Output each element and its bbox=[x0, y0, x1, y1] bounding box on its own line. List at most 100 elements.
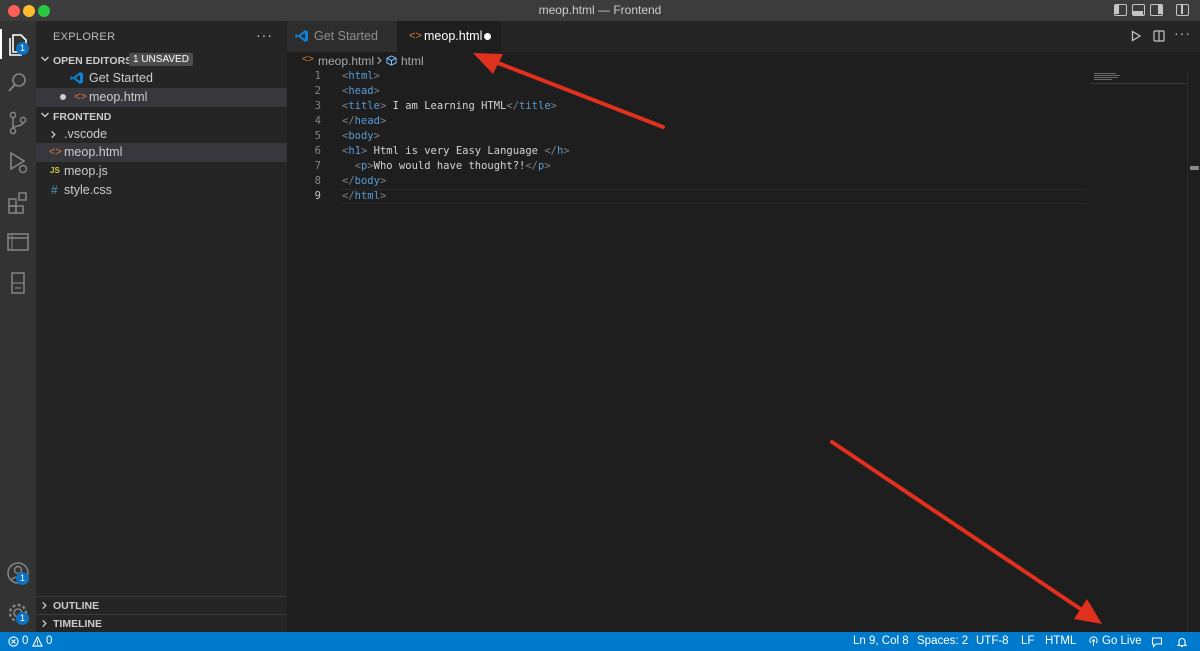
code-text: </head> bbox=[342, 115, 387, 127]
run-icon[interactable] bbox=[1130, 30, 1142, 42]
open-editors-title: OPEN EDITORS bbox=[53, 55, 133, 67]
code-text: </html> bbox=[342, 190, 387, 202]
scrollbar-cursor-marker bbox=[1190, 166, 1199, 170]
tree-item-vscode-folder[interactable]: .vscode bbox=[36, 125, 287, 144]
customize-layout-icon[interactable] bbox=[1176, 4, 1189, 16]
active-indicator bbox=[0, 29, 2, 59]
timeline-section[interactable]: TIMELINE bbox=[36, 614, 287, 632]
end-of-line[interactable]: LF bbox=[1021, 635, 1034, 647]
line-number: 8 bbox=[314, 175, 321, 187]
toggle-panel-icon[interactable] bbox=[1132, 4, 1145, 16]
tab-label: Get Started bbox=[314, 29, 378, 43]
more-actions-icon[interactable]: ··· bbox=[1174, 25, 1191, 41]
open-editor-label: Get Started bbox=[89, 71, 153, 85]
open-editor-meop-html[interactable]: <> meop.html bbox=[36, 88, 287, 107]
tab-get-started[interactable]: Get Started bbox=[287, 21, 397, 52]
frontend-folder-section[interactable]: FRONTEND bbox=[36, 107, 287, 126]
js-file-icon: JS bbox=[50, 166, 60, 175]
explorer-sidebar: EXPLORER ··· OPEN EDITORS 1 UNSAVED Get … bbox=[36, 21, 287, 632]
breadcrumb-file[interactable]: meop.html bbox=[318, 54, 374, 68]
minimap-slider[interactable] bbox=[1090, 70, 1186, 84]
sidebar-title: EXPLORER bbox=[53, 31, 116, 43]
tab-meop-html[interactable]: <> meop.html bbox=[397, 21, 501, 52]
chevron-down-icon bbox=[41, 112, 49, 118]
tree-item-label: .vscode bbox=[64, 127, 108, 141]
tree-item-style-css[interactable]: # style.css bbox=[36, 181, 287, 200]
toggle-sidebar-icon[interactable] bbox=[1114, 4, 1127, 16]
line-number: 3 bbox=[314, 100, 321, 112]
device-icon[interactable] bbox=[4, 269, 32, 297]
line-number: 4 bbox=[314, 115, 321, 127]
breadcrumb-symbol[interactable]: html bbox=[401, 54, 424, 68]
outline-title: OUTLINE bbox=[53, 600, 100, 612]
explorer-badge: 1 bbox=[16, 42, 29, 55]
run-debug-icon[interactable] bbox=[4, 148, 32, 176]
symbol-element-icon bbox=[386, 55, 397, 66]
code-editor[interactable]: 1 <html> 2 <head> 3 <title> I am Learning HTM… bbox=[287, 70, 1200, 632]
open-editor-get-started[interactable]: Get Started bbox=[36, 69, 287, 88]
css-file-icon: # bbox=[51, 183, 58, 197]
unsaved-dot-icon[interactable] bbox=[484, 33, 491, 40]
language-mode[interactable]: HTML bbox=[1045, 635, 1076, 647]
tree-item-meop-html[interactable]: <> meop.html bbox=[36, 143, 287, 162]
vscode-logo-icon bbox=[70, 72, 83, 84]
code-line[interactable]: 3 <title> I am Learning HTML</title> bbox=[287, 100, 1087, 115]
encoding[interactable]: UTF-8 bbox=[976, 635, 1009, 647]
outline-section[interactable]: OUTLINE bbox=[36, 596, 287, 614]
tree-item-label: style.css bbox=[64, 183, 112, 197]
more-actions-icon[interactable]: ··· bbox=[256, 27, 273, 43]
window-title: meop.html — Frontend bbox=[538, 3, 662, 17]
error-count: 0 bbox=[22, 635, 29, 647]
chevron-right-icon bbox=[377, 56, 382, 65]
chevron-right-icon bbox=[42, 619, 47, 628]
code-line[interactable]: 4 </head> bbox=[287, 115, 1087, 130]
go-live-button[interactable]: Go Live bbox=[1088, 635, 1142, 649]
html-file-icon: <> bbox=[74, 91, 87, 103]
cursor-position[interactable]: Ln 9, Col 8 bbox=[853, 635, 909, 647]
tree-item-label: meop.js bbox=[64, 164, 108, 178]
code-line[interactable]: 6 <h1> Html is very Easy Language </h> bbox=[287, 145, 1087, 160]
chevron-down-icon bbox=[41, 56, 49, 62]
timeline-title: TIMELINE bbox=[53, 618, 102, 630]
warning-count: 0 bbox=[46, 635, 53, 647]
search-icon[interactable] bbox=[4, 69, 32, 97]
accounts-badge: 1 bbox=[16, 572, 29, 585]
line-number: 5 bbox=[314, 130, 321, 142]
chevron-right-icon bbox=[42, 601, 47, 610]
title-bar: meop.html — Frontend bbox=[0, 0, 1200, 21]
indentation[interactable]: Spaces: 2 bbox=[917, 635, 968, 647]
split-editor-icon[interactable] bbox=[1153, 30, 1165, 42]
source-control-icon[interactable] bbox=[4, 109, 32, 137]
line-number: 9 bbox=[314, 190, 321, 202]
line-number: 6 bbox=[314, 145, 321, 157]
vscode-logo-icon bbox=[295, 30, 308, 42]
line-number: 7 bbox=[314, 160, 321, 172]
code-line[interactable]: 7 <p>Who would have thought?!</p> bbox=[287, 160, 1087, 175]
code-line[interactable]: 2 <head> bbox=[287, 85, 1087, 100]
manage-badge: 1 bbox=[16, 612, 29, 625]
code-text: <title> I am Learning HTML</title> bbox=[342, 100, 557, 112]
code-line[interactable]: 9 </html> bbox=[287, 190, 1087, 205]
code-line[interactable]: 8 </body> bbox=[287, 175, 1087, 190]
go-live-label: Go Live bbox=[1102, 635, 1142, 647]
remote-explorer-icon[interactable] bbox=[4, 228, 32, 256]
extensions-icon[interactable] bbox=[4, 189, 32, 217]
code-line[interactable]: 5 <body> bbox=[287, 130, 1087, 145]
code-text: <p>Who would have thought?!</p> bbox=[354, 160, 551, 172]
code-text: <h1> Html is very Easy Language </h> bbox=[342, 145, 570, 157]
chevron-right-icon bbox=[51, 130, 56, 139]
line-number: 1 bbox=[314, 70, 321, 82]
status-bar: 0 0 Ln 9, Col 8 Spaces: 2 UTF-8 LF HTML … bbox=[0, 632, 1200, 651]
unsaved-dot-icon[interactable] bbox=[60, 94, 66, 100]
tree-item-meop-js[interactable]: JS meop.js bbox=[36, 162, 287, 181]
vertical-scrollbar[interactable] bbox=[1187, 70, 1200, 632]
code-text: <body> bbox=[342, 130, 380, 142]
feedback-icon[interactable] bbox=[1151, 636, 1163, 648]
html-file-icon: <> bbox=[409, 30, 422, 42]
toggle-secondary-sidebar-icon[interactable] bbox=[1150, 4, 1163, 16]
notifications-bell-icon[interactable] bbox=[1176, 636, 1188, 648]
open-editors-section[interactable]: OPEN EDITORS 1 UNSAVED bbox=[36, 51, 287, 70]
activity-bar: 1 1 1 bbox=[0, 21, 36, 632]
unsaved-badge: 1 UNSAVED bbox=[129, 53, 193, 66]
code-line[interactable]: 1 <html> bbox=[287, 70, 1087, 85]
